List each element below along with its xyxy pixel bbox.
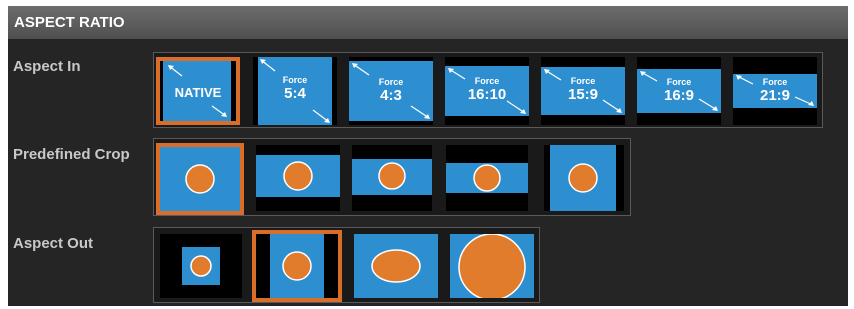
ratio-value: 21:9	[759, 87, 791, 104]
crop-wide-button[interactable]	[256, 145, 340, 211]
force-15-9-button[interactable]: Force 15:9	[541, 57, 625, 125]
out-pillarbox-button[interactable]	[252, 230, 342, 302]
ratio-value: 5:4	[284, 85, 306, 102]
crop-full-graphic	[160, 147, 240, 211]
force-16-10-text: Force 16:10	[445, 76, 529, 103]
force-21-9-button[interactable]: Force 21:9	[733, 57, 817, 125]
ratio-value: 15:9	[567, 86, 599, 103]
out-small-graphic	[182, 247, 220, 285]
predefined-crop-group	[153, 138, 631, 216]
aspect-out-label: Aspect Out	[13, 235, 94, 252]
force-word: Force	[378, 77, 404, 87]
aspect-in-group: NATIVE Force 5:4 Force 4:3 Force 16:10 F…	[153, 52, 823, 128]
force-word: Force	[570, 76, 596, 86]
out-pillarbox-graphic	[270, 234, 324, 298]
aspect-in-label: Aspect In	[13, 58, 81, 75]
force-16-9-button[interactable]: Force 16:9	[637, 57, 721, 125]
force-word: Force	[666, 77, 692, 87]
predefined-crop-label: Predefined Crop	[13, 146, 130, 163]
crop-medium-button[interactable]	[352, 145, 432, 211]
ratio-value: 4:3	[380, 87, 402, 104]
native-button[interactable]: NATIVE	[156, 57, 240, 125]
aspect-out-group	[153, 227, 540, 303]
crop-wide-graphic	[256, 155, 340, 197]
out-stretch-graphic	[354, 234, 438, 298]
crop-full-button[interactable]	[156, 143, 244, 215]
crop-letterbox-graphic	[446, 163, 528, 193]
force-16-9-text: Force 16:9	[637, 77, 721, 104]
force-16-10-button[interactable]: Force 16:10	[445, 57, 529, 125]
out-stretch-button[interactable]	[354, 234, 438, 298]
crop-pillarbox-button[interactable]	[544, 145, 624, 211]
out-fill-graphic	[450, 234, 534, 298]
force-word: Force	[474, 76, 500, 86]
ratio-value: 16:9	[663, 87, 695, 104]
crop-pillarbox-graphic	[550, 145, 616, 211]
force-word: Force	[282, 75, 308, 85]
crop-medium-graphic	[352, 159, 432, 195]
panel-header: ASPECT RATIO	[8, 6, 848, 39]
force-21-9-text: Force 21:9	[733, 77, 817, 104]
force-5-4-button[interactable]: Force 5:4	[253, 57, 337, 125]
force-5-4-text: Force 5:4	[253, 75, 337, 102]
force-15-9-text: Force 15:9	[541, 76, 625, 103]
force-word: Force	[762, 77, 788, 87]
out-small-button[interactable]	[160, 234, 242, 298]
force-4-3-button[interactable]: Force 4:3	[349, 57, 433, 125]
native-label: NATIVE	[174, 85, 222, 100]
force-4-3-text: Force 4:3	[349, 77, 433, 104]
out-fill-button[interactable]	[450, 234, 534, 298]
ratio-value: 16:10	[467, 86, 507, 103]
crop-letterbox-button[interactable]	[446, 145, 528, 211]
